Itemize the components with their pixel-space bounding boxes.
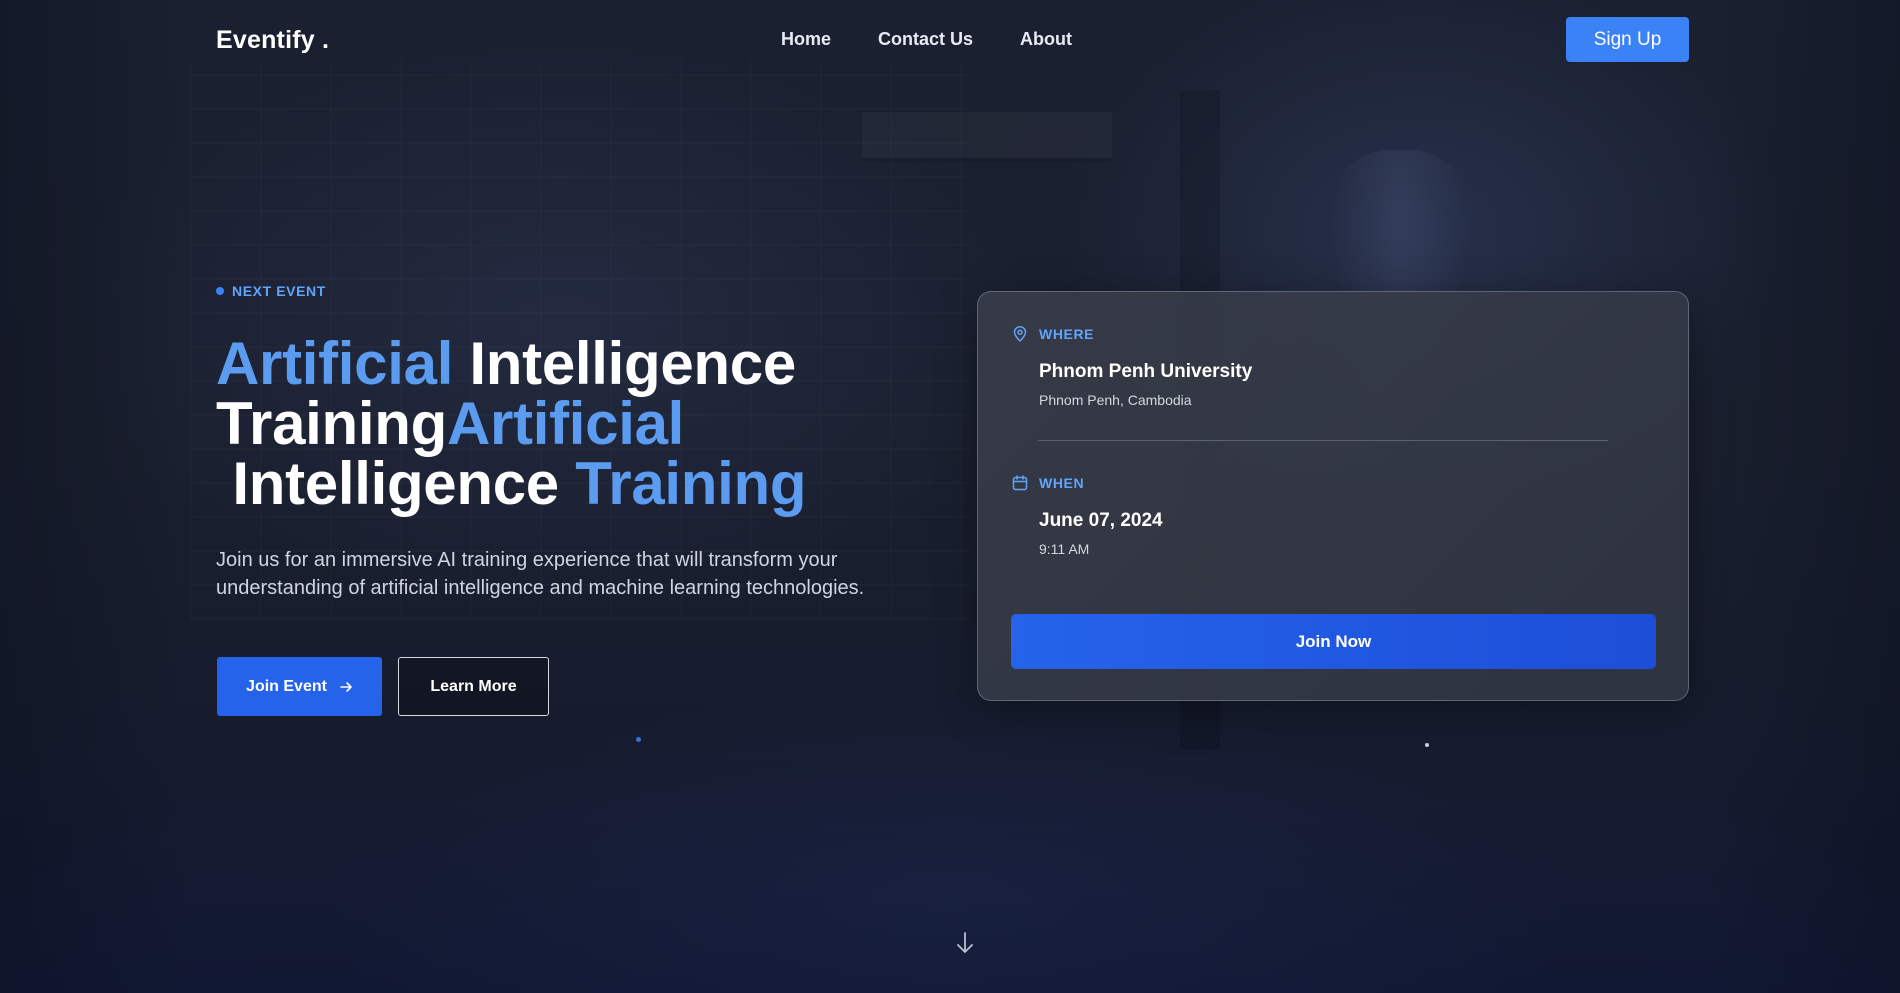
title-part: Artificial — [446, 390, 685, 457]
background-vignette-left — [0, 0, 190, 993]
learn-more-button[interactable]: Learn More — [398, 657, 549, 716]
decorative-dot — [1425, 743, 1429, 747]
landing-page: Eventify . Home Contact Us About Sign Up… — [0, 0, 1900, 993]
when-label: WHEN — [1039, 475, 1085, 491]
arrow-down-icon[interactable] — [955, 930, 975, 956]
where-label: WHERE — [1039, 326, 1095, 342]
card-divider — [1038, 440, 1608, 441]
nav-link-home[interactable]: Home — [781, 29, 831, 50]
sign-up-button[interactable]: Sign Up — [1566, 17, 1689, 62]
eyebrow-label: NEXT EVENT — [232, 283, 326, 299]
map-pin-icon — [1013, 326, 1027, 342]
nav-links: Home Contact Us About — [781, 29, 1072, 50]
join-event-button[interactable]: Join Event — [217, 657, 382, 716]
when-label-row: WHEN — [1011, 474, 1611, 492]
when-section: WHEN June 07, 2024 9:11 AM — [1011, 474, 1611, 557]
where-section: WHERE Phnom Penh University Phnom Penh, … — [1011, 325, 1611, 408]
calendar-icon — [1012, 475, 1028, 491]
title-part: Intelligence — [216, 450, 576, 517]
arrow-right-icon — [340, 681, 352, 692]
event-details-card: WHERE Phnom Penh University Phnom Penh, … — [977, 291, 1689, 701]
hero-title: Artificial Intelligence TrainingArtifici… — [216, 334, 1036, 514]
top-nav: Eventify . Home Contact Us About Sign Up — [0, 0, 1900, 80]
join-now-button[interactable]: Join Now — [1011, 614, 1656, 669]
where-label-row: WHERE — [1011, 325, 1611, 343]
event-date: June 07, 2024 — [1039, 510, 1163, 531]
nav-link-contact-us[interactable]: Contact Us — [878, 29, 973, 50]
next-event-eyebrow: NEXT EVENT — [216, 283, 326, 299]
decorative-dot — [636, 737, 641, 742]
background-photo-aircon — [862, 112, 1112, 162]
event-time: 9:11 AM — [1039, 541, 1090, 557]
background-vignette-right — [1710, 0, 1900, 993]
title-part: Artificial — [216, 330, 454, 397]
join-event-label: Join Event — [246, 677, 327, 695]
hero-description: Join us for an immersive AI training exp… — [216, 549, 865, 599]
venue-location: Phnom Penh, Cambodia — [1039, 392, 1192, 408]
venue-name: Phnom Penh University — [1039, 361, 1253, 382]
nav-link-about[interactable]: About — [1020, 29, 1072, 50]
logo[interactable]: Eventify . — [216, 26, 329, 55]
eyebrow-dot — [216, 287, 224, 295]
title-part: Training — [575, 450, 807, 517]
